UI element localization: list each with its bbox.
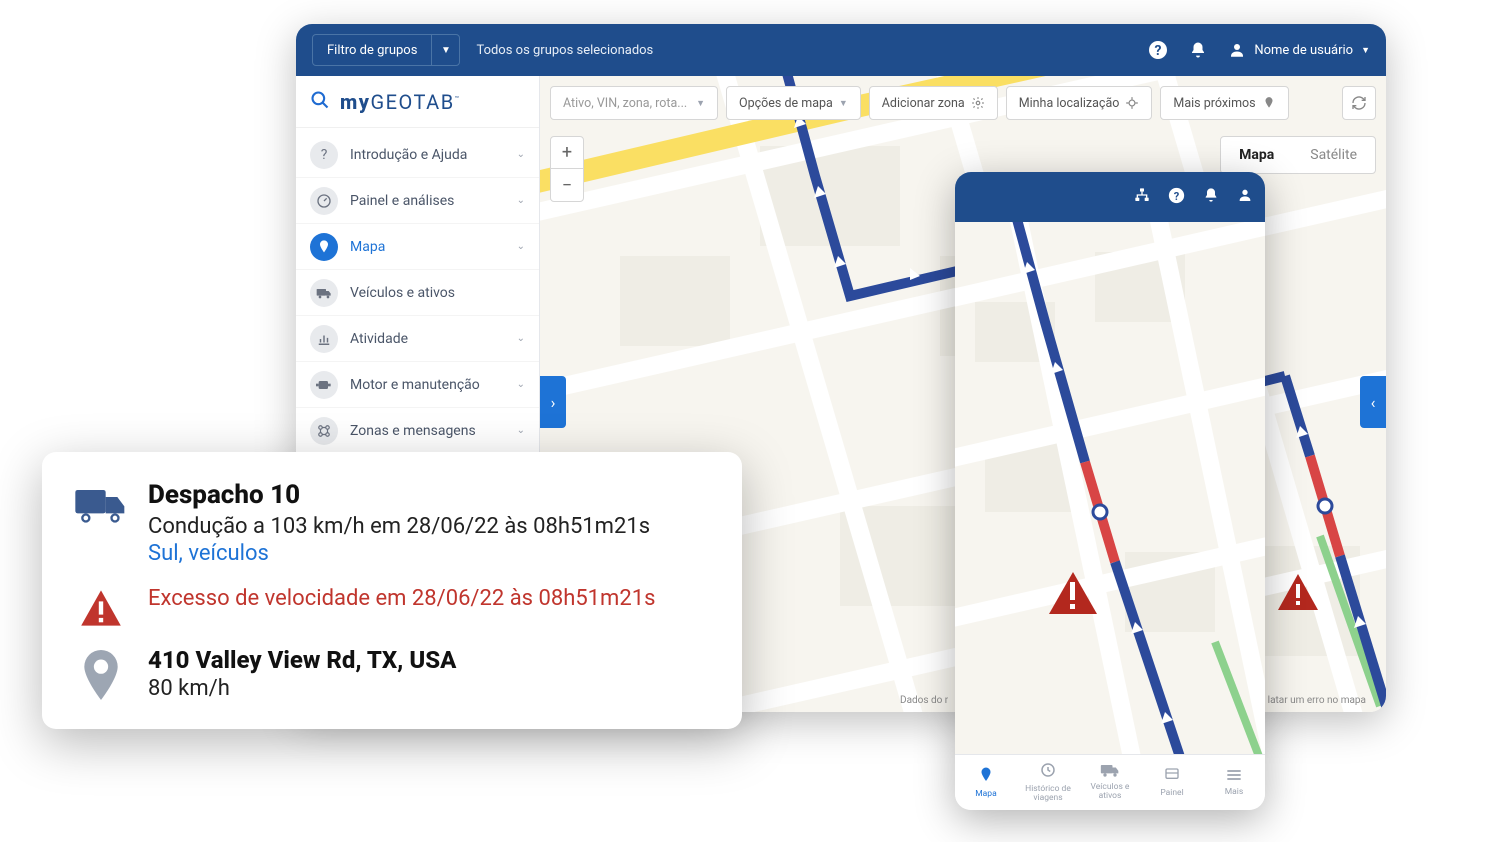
hierarchy-icon[interactable]	[1134, 187, 1150, 207]
map-icon	[977, 766, 995, 788]
chevron-down-icon: ⌄	[517, 425, 525, 436]
mobile-tab-trips[interactable]: Histórico de viagens	[1017, 755, 1079, 810]
mobile-topbar: ?	[955, 172, 1265, 222]
refresh-button[interactable]	[1342, 86, 1376, 120]
mobile-tab-vehicles[interactable]: Veículos e ativos	[1079, 755, 1141, 810]
refresh-icon	[1351, 95, 1367, 111]
user-icon[interactable]	[1237, 187, 1253, 207]
dispatch-title: Despacho 10	[148, 480, 712, 510]
warning-icon	[72, 584, 130, 628]
truck-icon	[72, 480, 130, 566]
filter-label: Filtro de grupos	[313, 43, 431, 58]
chevron-down-icon: ⌄	[517, 195, 525, 206]
chevron-down-icon: ⌄	[517, 333, 525, 344]
sidebar-item-vehicles[interactable]: Veículos e ativos	[296, 270, 539, 316]
panel-icon	[1164, 767, 1180, 787]
chevron-down-icon: ⌄	[517, 149, 525, 160]
chevron-down-icon: ▼	[696, 98, 705, 109]
map-attribution-left: Dados do r	[900, 695, 948, 706]
group-filter-button[interactable]: Filtro de grupos ▼	[312, 34, 460, 66]
sidebar-item-map[interactable]: Mapa⌄	[296, 224, 539, 270]
svg-text:?: ?	[1174, 189, 1180, 202]
truck-icon	[1100, 763, 1120, 781]
nearest-button[interactable]: Mais próximos	[1160, 86, 1288, 120]
vehicle-info-card: Despacho 10 Condução a 103 km/h em 28/06…	[42, 452, 742, 729]
map-toolbar: Ativo, VIN, zona, rota...▼ Opções de map…	[550, 86, 1376, 120]
username-label: Nome de usuário	[1254, 43, 1353, 58]
topbar: Filtro de grupos ▼ Todos os grupos selec…	[296, 24, 1386, 76]
map-options-button[interactable]: Opções de mapa▼	[726, 86, 861, 120]
pin-icon	[72, 646, 130, 701]
help-icon[interactable]: ?	[1168, 187, 1185, 208]
sidebar-item-zones[interactable]: Zonas e mensagens⌄	[296, 408, 539, 454]
selected-groups-text: Todos os grupos selecionados	[476, 43, 653, 58]
history-icon	[1039, 761, 1057, 783]
driving-status: Condução a 103 km/h em 28/06/22 às 08h51…	[148, 514, 712, 539]
mobile-map[interactable]	[955, 222, 1265, 754]
chevron-down-icon: ▼	[1361, 45, 1370, 56]
maptype-satellite[interactable]: Satélite	[1292, 137, 1375, 173]
expand-right-button[interactable]: ‹	[1360, 376, 1386, 428]
expand-left-button[interactable]: ›	[540, 376, 566, 428]
zoom-control: + −	[550, 136, 584, 202]
user-menu-button[interactable]: Nome de usuário ▼	[1228, 41, 1370, 59]
filter-caret-icon[interactable]: ▼	[431, 35, 459, 65]
sidebar-item-intro[interactable]: ?Introdução e Ajuda⌄	[296, 132, 539, 178]
search-icon[interactable]	[310, 90, 330, 114]
map-icon	[310, 233, 338, 261]
bell-icon[interactable]	[1188, 40, 1208, 60]
map-type-toggle: Mapa Satélite	[1220, 136, 1376, 174]
sidebar-item-engine[interactable]: Motor e manutenção⌄	[296, 362, 539, 408]
truck-icon	[310, 279, 338, 307]
menu-icon	[1226, 768, 1242, 786]
help-icon[interactable]: ?	[1148, 40, 1168, 60]
svg-text:?: ?	[1155, 43, 1162, 59]
mobile-tab-more[interactable]: Mais	[1203, 755, 1265, 810]
nav-list: ?Introdução e Ajuda⌄ Painel e análises⌄ …	[296, 128, 539, 458]
mobile-tab-map[interactable]: Mapa	[955, 755, 1017, 810]
user-icon	[1228, 41, 1246, 59]
brand-logo: myGEOTAB™	[340, 90, 461, 114]
map-search-input[interactable]: Ativo, VIN, zona, rota...▼	[550, 86, 718, 120]
help-circle-icon: ?	[310, 141, 338, 169]
zoom-in-button[interactable]: +	[551, 137, 583, 169]
add-zone-button[interactable]: Adicionar zona	[869, 86, 998, 120]
brand-row: myGEOTAB™	[296, 76, 539, 128]
crosshair-icon	[1125, 96, 1139, 110]
speed-limit: 80 km/h	[148, 676, 712, 701]
engine-icon	[310, 371, 338, 399]
zone-icon	[310, 417, 338, 445]
zoom-out-button[interactable]: −	[551, 169, 583, 201]
chart-icon	[310, 325, 338, 353]
gauge-icon	[310, 187, 338, 215]
vehicle-tags[interactable]: Sul, veículos	[148, 541, 712, 566]
chevron-down-icon: ⌄	[517, 379, 525, 390]
sidebar-item-dashboard[interactable]: Painel e análises⌄	[296, 178, 539, 224]
maptype-map[interactable]: Mapa	[1221, 137, 1292, 173]
alert-text: Excesso de velocidade em 28/06/22 às 08h…	[148, 584, 712, 614]
mobile-bottombar: Mapa Histórico de viagens Veículos e ati…	[955, 754, 1265, 810]
chevron-down-icon: ⌄	[517, 241, 525, 252]
chevron-down-icon: ▼	[839, 98, 848, 109]
mobile-app-frame: ? Mapa Histórico de viagens Veículos e a…	[955, 172, 1265, 810]
bell-icon[interactable]	[1203, 187, 1219, 207]
sidebar-item-activity[interactable]: Atividade⌄	[296, 316, 539, 362]
mobile-tab-dashboard[interactable]: Painel	[1141, 755, 1203, 810]
map-attribution-right: latar um erro no mapa	[1268, 695, 1366, 706]
my-location-button[interactable]: Minha localização	[1006, 86, 1153, 120]
location-address: 410 Valley View Rd, TX, USA	[148, 646, 712, 674]
gear-icon	[971, 96, 985, 110]
marker-icon	[1262, 96, 1276, 110]
